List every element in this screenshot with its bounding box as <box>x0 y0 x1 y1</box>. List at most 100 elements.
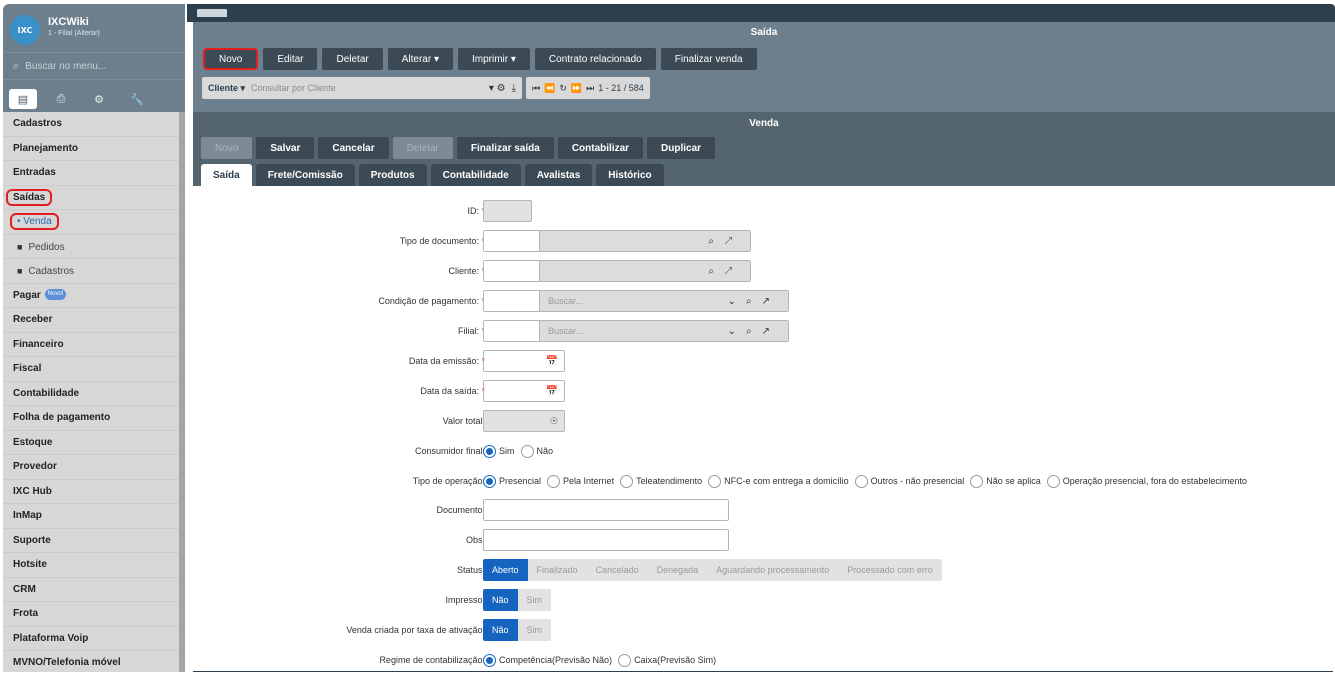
sidebar-item-inmap[interactable]: InMap <box>3 504 179 529</box>
tab-avalistas[interactable]: Avalistas <box>524 164 593 186</box>
sidebar-item-contabilidade[interactable]: Contabilidade <box>3 382 179 406</box>
search-field[interactable]: Cliente ▾ Consultar por Cliente ▾ ⚙ ⤓ <box>202 77 522 99</box>
sidebar-item-provedor[interactable]: Provedor <box>3 455 179 480</box>
sidebar-item-entradas[interactable]: Entradas <box>3 161 179 186</box>
first-page-icon[interactable]: ⏮ <box>532 83 540 94</box>
sidebar-subitem-cadastros[interactable]: ■ Cadastros <box>3 259 179 284</box>
consumidor-sim-radio[interactable]: Sim <box>483 444 515 458</box>
search-open-icons[interactable]: ⌕↗ <box>708 236 742 247</box>
search-input[interactable]: Consultar por Cliente <box>251 83 489 93</box>
sidebar-subitem-pedidos[interactable]: ■ Pedidos <box>3 235 179 259</box>
sidebar-item-folha[interactable]: Folha de pagamento <box>3 406 179 431</box>
wrench-icon[interactable]: 🔧 <box>123 89 151 109</box>
condicao-select[interactable]: Buscar... ⌄⌕↗ <box>540 291 788 311</box>
finalizar-venda-button[interactable]: Finalizar venda <box>660 48 757 70</box>
contabilizar-button[interactable]: Contabilizar <box>557 137 644 159</box>
tipo-doc-lookup[interactable]: ⌕↗ <box>483 230 751 252</box>
window-tab[interactable] <box>197 9 227 17</box>
sidebar-item-cadastros[interactable]: Cadastros <box>3 112 179 137</box>
data-emissao-field[interactable]: 📅 <box>483 350 565 372</box>
status-finalizado[interactable]: Finalizado <box>528 559 587 581</box>
download-icon[interactable]: ⤓ <box>512 83 516 94</box>
calendar-icon[interactable]: 📅 <box>546 356 558 367</box>
documento-input[interactable] <box>483 499 729 521</box>
prev-page-icon[interactable]: ⏪ <box>544 83 555 94</box>
last-page-icon[interactable]: ⏭ <box>586 83 594 94</box>
regime-caixa-radio[interactable]: Caixa(Previsão Sim) <box>618 653 716 667</box>
sidebar-item-estoque[interactable]: Estoque <box>3 431 179 455</box>
condicao-code[interactable] <box>484 291 540 311</box>
novo-button[interactable]: Novo <box>203 48 259 70</box>
tab-contabilidade[interactable]: Contabilidade <box>430 164 521 186</box>
calendar-icon[interactable]: 📅 <box>546 386 558 397</box>
op-nao-aplica-radio[interactable]: Não se aplica <box>970 474 1041 488</box>
sidebar-item-financeiro[interactable]: Financeiro <box>3 333 179 357</box>
dropdown-search-open-icons[interactable]: ⌄⌕↗ <box>728 326 780 337</box>
op-teleatendimento-radio[interactable]: Teleatendimento <box>620 474 702 488</box>
tab-historico[interactable]: Histórico <box>596 164 664 186</box>
op-nfce-radio[interactable]: NFC-e com entrega a domicílio <box>708 474 849 488</box>
sidebar-subitem-venda[interactable]: • Venda <box>3 210 179 235</box>
status-aberto[interactable]: Aberto <box>483 559 528 581</box>
obs-input[interactable] <box>483 529 729 551</box>
form-novo-button[interactable]: Novo <box>201 137 253 159</box>
status-erro[interactable]: Processado com erro <box>838 559 942 581</box>
editar-button[interactable]: Editar <box>263 48 318 70</box>
op-fora-estab-radio[interactable]: Operação presencial, fora do estabelecim… <box>1046 474 1247 488</box>
print-icon[interactable]: ⎙ <box>47 89 75 109</box>
regime-competencia-radio[interactable]: Competência(Previsão Não) <box>483 653 612 667</box>
sidebar-item-planejamento[interactable]: Planejamento <box>3 137 179 161</box>
sidebar-item-voip[interactable]: Plataforma Voip <box>3 627 179 651</box>
sidebar-item-ixc-hub[interactable]: IXC Hub <box>3 480 179 504</box>
refresh-icon[interactable]: ↻ <box>559 83 567 94</box>
cliente-lookup[interactable]: ⌕↗ <box>483 260 751 282</box>
cancelar-button[interactable]: Cancelar <box>318 137 389 159</box>
venda-taxa-nao[interactable]: Não <box>483 619 518 641</box>
form-deletar-button[interactable]: Deletar <box>392 137 453 159</box>
branch-selector[interactable]: 1 - Filial (Alterar) <box>48 30 100 37</box>
impresso-nao[interactable]: Não <box>483 589 518 611</box>
dropdown-search-open-icons[interactable]: ⌄⌕↗ <box>728 296 780 307</box>
condicao-lookup[interactable]: Buscar... ⌄⌕↗ <box>483 290 789 312</box>
search-field-selector[interactable]: Cliente ▾ <box>208 83 245 94</box>
sidebar-item-suporte[interactable]: Suporte <box>3 529 179 553</box>
sidebar-item-fiscal[interactable]: Fiscal <box>3 357 179 382</box>
sidebar-item-receber[interactable]: Receber <box>3 308 179 333</box>
duplicar-button[interactable]: Duplicar <box>647 137 716 159</box>
tipo-doc-code[interactable] <box>484 231 540 251</box>
search-open-icons[interactable]: ⌕↗ <box>708 266 742 277</box>
tab-produtos[interactable]: Produtos <box>358 164 427 186</box>
finalizar-saida-button[interactable]: Finalizar saída <box>456 137 554 159</box>
sidebar-item-hotsite[interactable]: Hotsite <box>3 553 179 578</box>
filial-code[interactable] <box>484 321 540 341</box>
sidebar-item-pagar[interactable]: Pagar Novo! <box>3 284 179 308</box>
tab-saida[interactable]: Saída <box>201 164 252 186</box>
imprimir-dropdown[interactable]: Imprimir ▾ <box>458 48 530 70</box>
sidebar-item-mvno[interactable]: MVNO/Telefonia móvel <box>3 651 179 672</box>
gears-icon[interactable]: ⚙ <box>85 89 113 109</box>
status-aguardando[interactable]: Aguardando processamento <box>707 559 838 581</box>
venda-taxa-sim[interactable]: Sim <box>518 619 552 641</box>
cliente-code[interactable] <box>484 261 540 281</box>
op-outros-radio[interactable]: Outros - não presencial <box>854 474 964 488</box>
status-cancelado[interactable]: Cancelado <box>587 559 648 581</box>
filial-lookup[interactable]: Buscar... ⌄⌕↗ <box>483 320 789 342</box>
deletar-button[interactable]: Deletar <box>322 48 383 70</box>
op-internet-radio[interactable]: Pela Internet <box>547 474 614 488</box>
sidebar-item-crm[interactable]: CRM <box>3 578 179 602</box>
impresso-sim[interactable]: Sim <box>518 589 552 611</box>
tab-frete[interactable]: Frete/Comissão <box>255 164 355 186</box>
filial-select[interactable]: Buscar... ⌄⌕↗ <box>540 321 788 341</box>
filter-icon[interactable]: ▾ ⚙ <box>489 83 506 94</box>
sidebar-item-saidas[interactable]: Saídas <box>3 186 179 210</box>
status-denegada[interactable]: Denegada <box>648 559 708 581</box>
contrato-relacionado-button[interactable]: Contrato relacionado <box>534 48 656 70</box>
consumidor-nao-radio[interactable]: Não <box>520 444 553 458</box>
op-presencial-radio[interactable]: Presencial <box>483 474 541 488</box>
menu-search[interactable]: ⌕ Buscar no menu... <box>3 52 185 80</box>
salvar-button[interactable]: Salvar <box>256 137 315 159</box>
alterar-dropdown[interactable]: Alterar ▾ <box>387 48 453 70</box>
data-saida-field[interactable]: 📅 <box>483 380 565 402</box>
list-icon[interactable]: ▤ <box>9 89 37 109</box>
sidebar-item-frota[interactable]: Frota <box>3 602 179 627</box>
